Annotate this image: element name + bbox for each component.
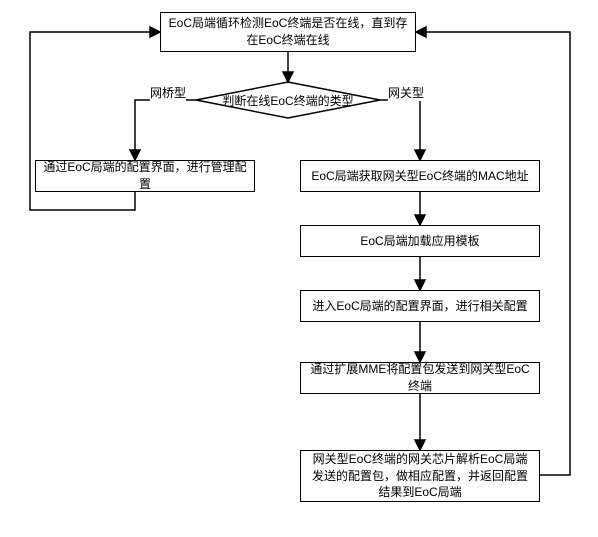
node-gw5: 网关型EoC终端的网关芯片解析EoC局端发送的配置包，做相应配置，并返回配置结果… [300, 450, 540, 502]
node-decision-text: 判断在线EoC终端的类型 [222, 94, 353, 108]
node-gw5-text: 网关型EoC终端的网关芯片解析EoC局端发送的配置包，做相应配置，并返回配置结果… [307, 451, 533, 501]
node-gw4-text: 通过扩展MME将配置包发送到网关型EoC终端 [307, 361, 533, 395]
label-bridge-branch: 网桥型 [150, 84, 186, 101]
node-gw1-text: EoC局端获取网关型EoC终端的MAC地址 [311, 168, 528, 185]
node-gw3: 进入EoC局端的配置界面，进行相关配置 [300, 290, 540, 322]
node-gw4: 通过扩展MME将配置包发送到网关型EoC终端 [300, 362, 540, 394]
node-start: EoC局端循环检测EoC终端是否在线，直到存在EoC终端在线 [160, 12, 416, 52]
node-start-text: EoC局端循环检测EoC终端是否在线，直到存在EoC终端在线 [167, 15, 409, 49]
node-decision: 判断在线EoC终端的类型 [196, 82, 380, 118]
node-gw2-text: EoC局端加载应用模板 [360, 233, 479, 250]
label-gateway-branch: 网关型 [388, 84, 424, 101]
node-gw1: EoC局端获取网关型EoC终端的MAC地址 [300, 160, 540, 192]
node-gw2: EoC局端加载应用模板 [300, 225, 540, 257]
node-bridge-text: 通过EoC局端的配置界面，进行管理配置 [42, 159, 248, 193]
flowchart-canvas: EoC局端循环检测EoC终端是否在线，直到存在EoC终端在线 判断在线EoC终端… [0, 0, 598, 537]
node-gw3-text: 进入EoC局端的配置界面，进行相关配置 [312, 298, 527, 315]
node-bridge: 通过EoC局端的配置界面，进行管理配置 [35, 160, 255, 192]
